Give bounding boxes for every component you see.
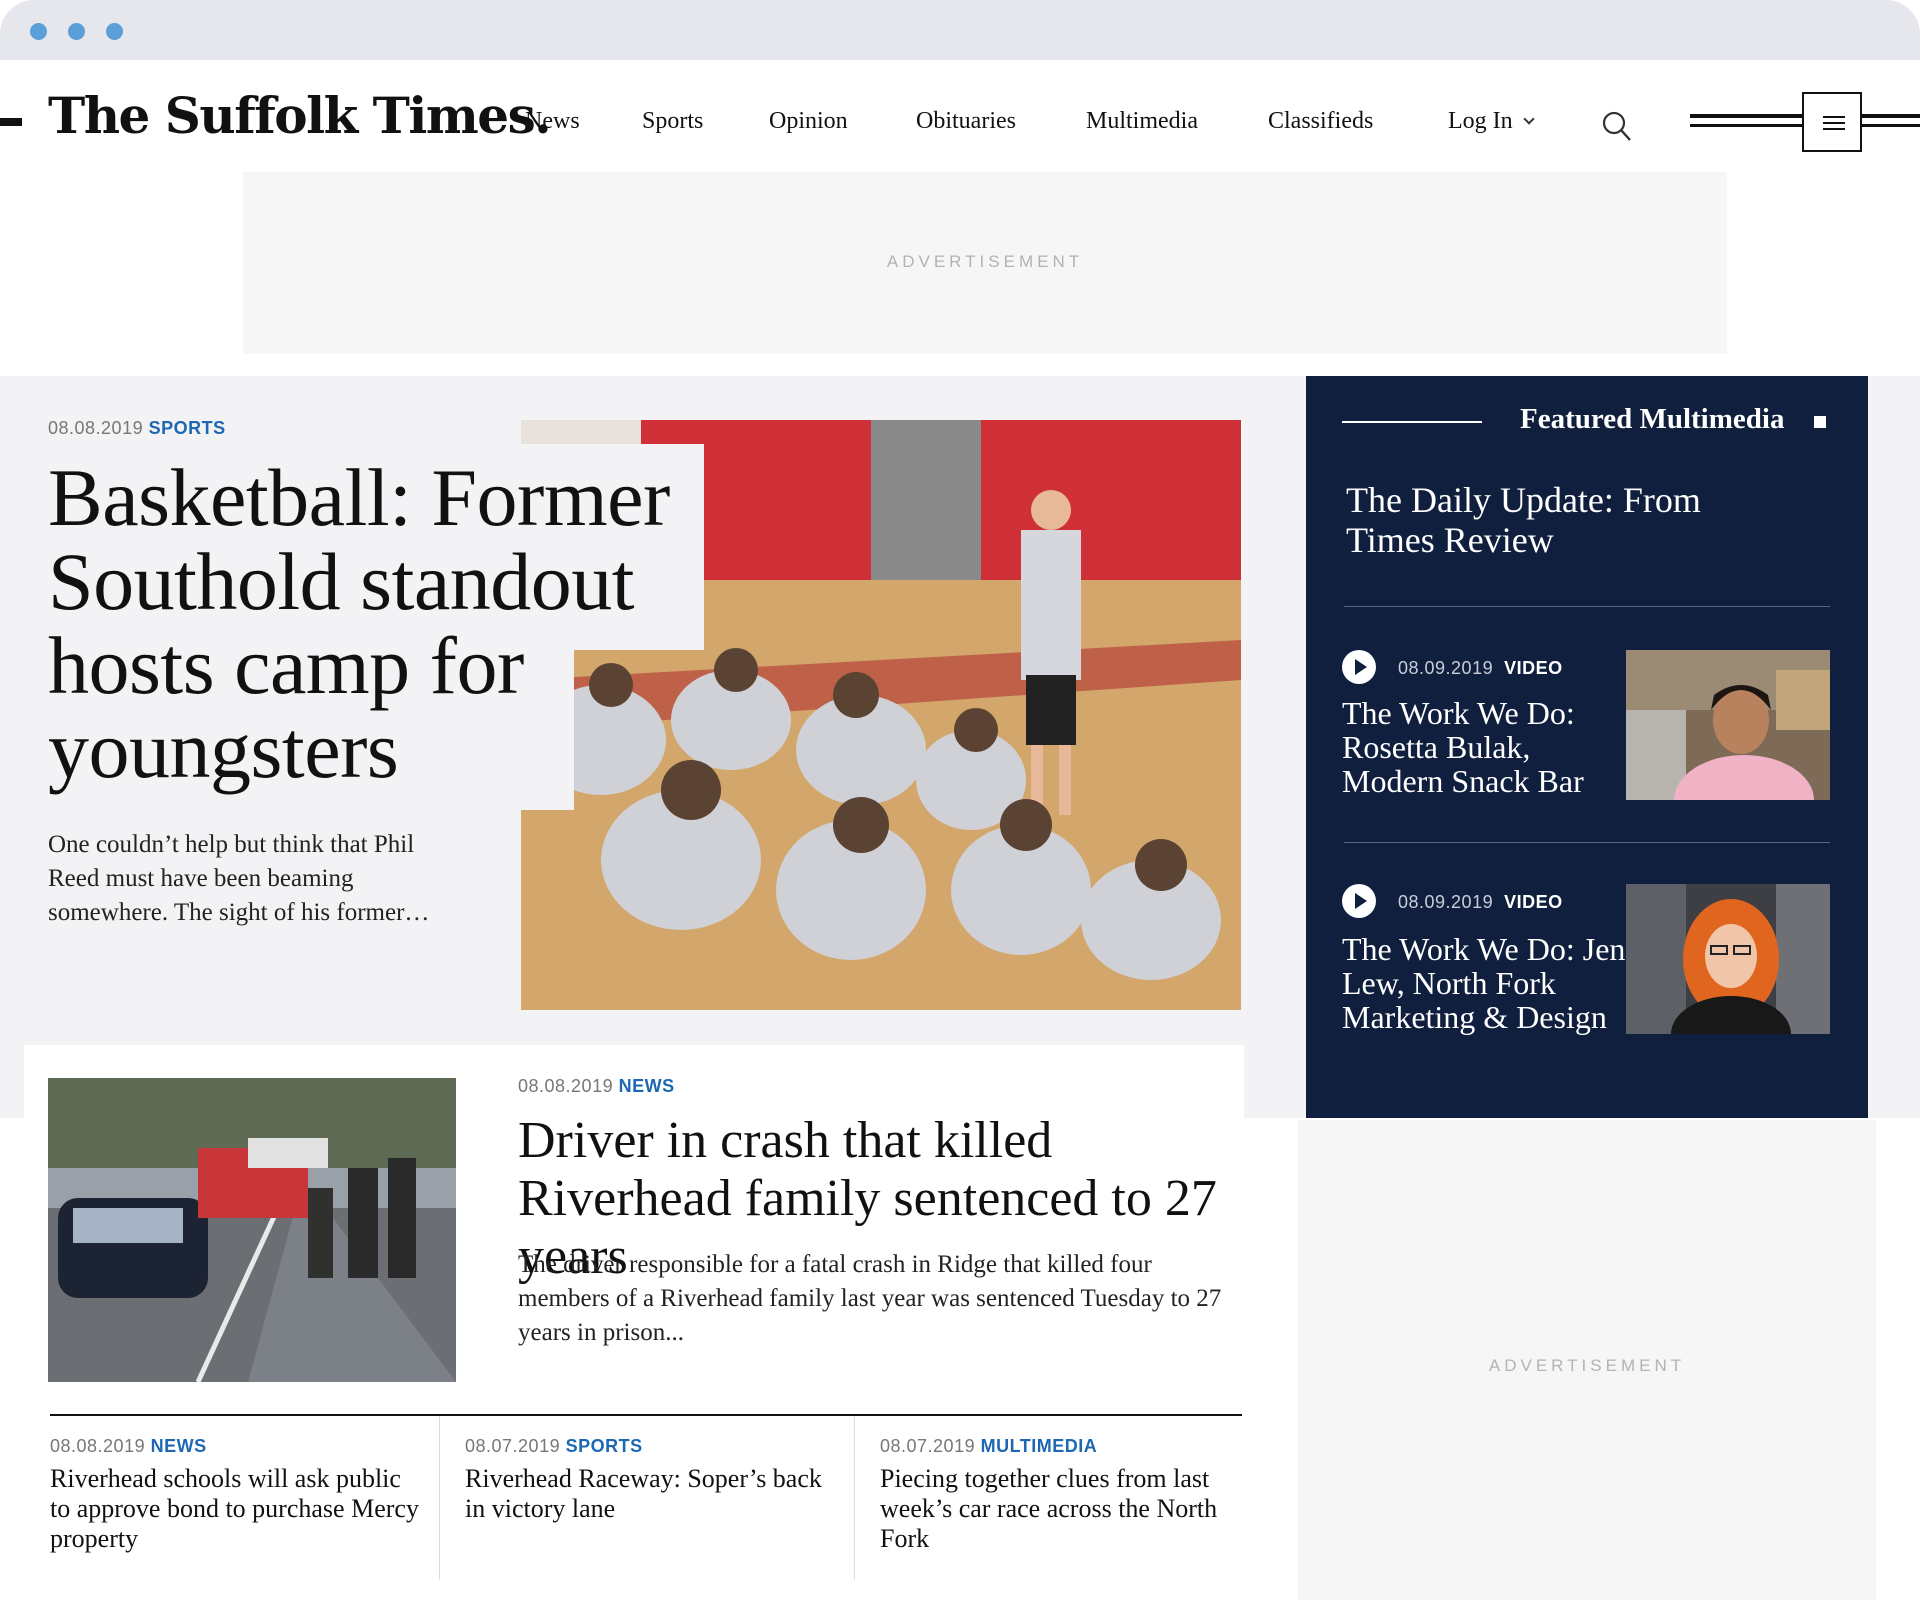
window-dot-close[interactable] (30, 23, 47, 40)
hero-date: 08.08.2019 (48, 418, 144, 438)
browser-chrome (0, 0, 1920, 60)
nav-classifieds[interactable]: Classifieds (1268, 108, 1373, 135)
featured-lead-title[interactable]: The Daily Update: From Times Review (1346, 480, 1746, 560)
sub-story-title[interactable]: Piecing together clues from last week’s … (880, 1464, 1230, 1554)
hero-dek: One couldn’t help but think that Phil Re… (48, 831, 430, 926)
video-date: 08.09.2019 (1398, 892, 1494, 912)
ad-label: ADVERTISEMENT (886, 252, 1084, 271)
nav-opinion[interactable]: Opinion (769, 108, 848, 135)
video-thumbnail[interactable] (1626, 884, 1830, 1034)
sub-story-meta: 08.08.2019 NEWS (50, 1436, 207, 1457)
search-icon[interactable] (1602, 111, 1632, 143)
sub-story-title[interactable]: Riverhead Raceway: Soper’s back in victo… (465, 1464, 835, 1524)
window-dot-minimize[interactable] (68, 23, 85, 40)
story-image[interactable] (48, 1078, 456, 1382)
sub-story-divider (854, 1416, 855, 1580)
header-rule-left (0, 118, 22, 126)
sub-story-divider (439, 1416, 440, 1580)
sub-story-category[interactable]: SPORTS (566, 1436, 643, 1456)
sub-story-title[interactable]: Riverhead schools will ask public to app… (50, 1464, 420, 1554)
nav-obituaries[interactable]: Obituaries (916, 108, 1016, 135)
chevron-down-icon (1522, 113, 1535, 125)
video-title[interactable]: The Work We Do: Jen Lew, North Fork Mark… (1342, 932, 1632, 1034)
sub-stories-rule (50, 1414, 1242, 1416)
login-label: Log In (1448, 108, 1513, 134)
hero-category[interactable]: SPORTS (149, 418, 226, 438)
sub-story-category[interactable]: MULTIMEDIA (981, 1436, 1098, 1456)
hero-meta: 08.08.2019 SPORTS (48, 418, 226, 439)
hero-title[interactable]: Basketball: Former Southold standout hos… (48, 456, 708, 792)
sub-story-date: 08.07.2019 (880, 1436, 976, 1456)
nav-multimedia[interactable]: Multimedia (1086, 108, 1198, 135)
sub-story-date: 08.08.2019 (50, 1436, 146, 1456)
featured-multimedia-panel: Featured Multimedia The Daily Update: Fr… (1306, 376, 1868, 1118)
sub-story-category[interactable]: NEWS (151, 1436, 207, 1456)
video-category[interactable]: VIDEO (1504, 658, 1563, 678)
video-date: 08.09.2019 (1398, 658, 1494, 678)
window-dot-maximize[interactable] (106, 23, 123, 40)
ad-label: ADVERTISEMENT (1488, 1356, 1686, 1375)
video-meta: 08.09.2019 VIDEO (1398, 658, 1563, 679)
sub-story-date: 08.07.2019 (465, 1436, 561, 1456)
play-icon[interactable] (1342, 650, 1376, 684)
menu-button[interactable] (1802, 92, 1862, 152)
play-icon[interactable] (1342, 884, 1376, 918)
video-thumbnail[interactable] (1626, 650, 1830, 800)
sub-story-meta: 08.07.2019 SPORTS (465, 1436, 643, 1457)
story2-date: 08.08.2019 (518, 1076, 614, 1096)
featured-square-icon (1814, 416, 1826, 428)
featured-heading: Featured Multimedia (1520, 403, 1785, 435)
ad-sidebar[interactable]: ADVERTISEMENT (1298, 1120, 1876, 1600)
featured-separator (1344, 842, 1830, 843)
featured-separator (1344, 606, 1830, 607)
story2-category[interactable]: NEWS (619, 1076, 675, 1096)
video-title[interactable]: The Work We Do: Rosetta Bulak, Modern Sn… (1342, 696, 1632, 798)
ad-banner-top[interactable]: ADVERTISEMENT (243, 172, 1727, 354)
video-meta: 08.09.2019 VIDEO (1398, 892, 1563, 913)
login-dropdown[interactable]: Log In (1448, 108, 1535, 135)
menu-icon (1823, 116, 1845, 118)
story2-meta: 08.08.2019 NEWS (518, 1076, 675, 1097)
video-category[interactable]: VIDEO (1504, 892, 1563, 912)
sub-story-meta: 08.07.2019 MULTIMEDIA (880, 1436, 1097, 1457)
site-logo[interactable]: The Suffolk Times. (48, 86, 552, 145)
nav-news[interactable]: News (525, 108, 580, 135)
story2-dek: The driver responsible for a fatal crash… (518, 1251, 1222, 1346)
featured-rule (1342, 421, 1482, 423)
nav-sports[interactable]: Sports (642, 108, 703, 135)
